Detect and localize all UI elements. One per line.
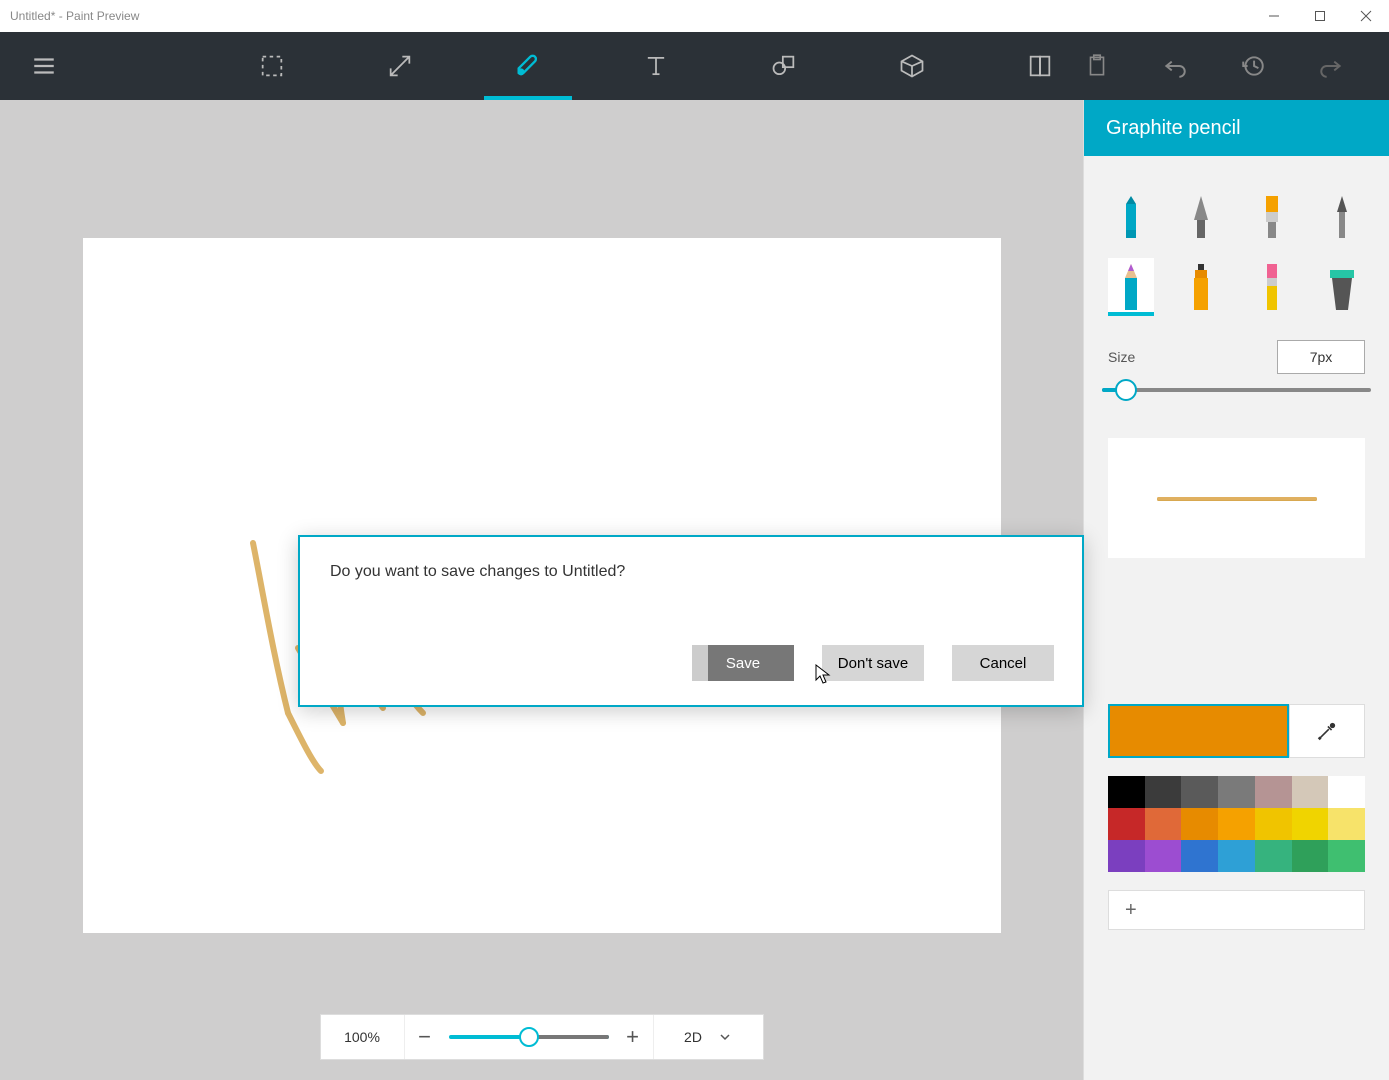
- panel-title: Graphite pencil: [1084, 100, 1389, 156]
- color-swatch[interactable]: [1218, 808, 1255, 840]
- menu-button[interactable]: [0, 32, 88, 100]
- window-title: Untitled* - Paint Preview: [10, 9, 1251, 23]
- brush-calligraphy[interactable]: [1178, 186, 1224, 240]
- brush-eraser[interactable]: [1249, 258, 1295, 312]
- color-swatch[interactable]: [1292, 808, 1329, 840]
- color-swatch[interactable]: [1255, 808, 1292, 840]
- eyedropper-button[interactable]: [1289, 704, 1365, 758]
- size-slider[interactable]: [1102, 388, 1371, 392]
- brush-spray[interactable]: [1178, 258, 1224, 312]
- main-toolbar: [0, 32, 1389, 100]
- zoom-in-button[interactable]: +: [613, 1015, 653, 1059]
- cancel-button[interactable]: Cancel: [952, 645, 1054, 681]
- save-changes-dialog: Do you want to save changes to Untitled?…: [298, 535, 1084, 707]
- size-input[interactable]: 7px: [1277, 340, 1365, 374]
- brush-grid: [1084, 156, 1389, 322]
- view-mode-label: 2D: [684, 1029, 702, 1045]
- brush-oil[interactable]: [1249, 186, 1295, 240]
- color-swatch[interactable]: [1145, 840, 1182, 872]
- shapes-tool[interactable]: [740, 32, 828, 100]
- color-swatch[interactable]: [1181, 808, 1218, 840]
- color-swatch[interactable]: [1181, 776, 1218, 808]
- close-button[interactable]: [1343, 0, 1389, 32]
- brush-tool[interactable]: [484, 32, 572, 100]
- preview-stroke: [1157, 497, 1317, 500]
- color-swatch[interactable]: [1292, 776, 1329, 808]
- size-label: Size: [1108, 349, 1135, 365]
- maximize-button[interactable]: [1297, 0, 1343, 32]
- color-swatch[interactable]: [1181, 840, 1218, 872]
- brush-graphite-pencil[interactable]: [1108, 258, 1154, 312]
- minimize-button[interactable]: [1251, 0, 1297, 32]
- save-button[interactable]: Save: [692, 645, 794, 681]
- add-color-button[interactable]: +: [1108, 890, 1365, 930]
- color-swatch[interactable]: [1218, 840, 1255, 872]
- history-button[interactable]: [1223, 32, 1283, 100]
- color-swatch[interactable]: [1255, 840, 1292, 872]
- chevron-down-icon: [718, 1030, 732, 1044]
- color-swatch[interactable]: [1108, 776, 1145, 808]
- select-tool[interactable]: [228, 32, 316, 100]
- color-swatch[interactable]: [1328, 776, 1365, 808]
- undo-button[interactable]: [1145, 32, 1205, 100]
- canvas-area: Do you want to save changes to Untitled?…: [0, 100, 1083, 1080]
- color-swatch[interactable]: [1145, 808, 1182, 840]
- brush-marker[interactable]: [1108, 186, 1154, 240]
- 3d-objects-tool[interactable]: [868, 32, 956, 100]
- paste-button[interactable]: [1067, 32, 1127, 100]
- stroke-preview: [1108, 438, 1365, 558]
- zoom-bar: 100% − + 2D: [320, 1014, 764, 1060]
- text-tool[interactable]: [612, 32, 700, 100]
- zoom-out-button[interactable]: −: [405, 1015, 445, 1059]
- color-swatch[interactable]: [1145, 776, 1182, 808]
- brush-fill[interactable]: [1319, 258, 1365, 312]
- titlebar: Untitled* - Paint Preview: [0, 0, 1389, 32]
- color-swatch[interactable]: [1328, 808, 1365, 840]
- color-swatch[interactable]: [1328, 840, 1365, 872]
- crop-tool[interactable]: [356, 32, 444, 100]
- dont-save-button[interactable]: Don't save: [822, 645, 924, 681]
- color-swatch[interactable]: [1292, 840, 1329, 872]
- color-palette: [1108, 776, 1365, 872]
- color-swatch[interactable]: [1108, 808, 1145, 840]
- zoom-value[interactable]: 100%: [321, 1015, 405, 1059]
- current-color-swatch[interactable]: [1108, 704, 1289, 758]
- view-mode-dropdown[interactable]: 2D: [653, 1015, 763, 1059]
- zoom-slider[interactable]: [449, 1035, 609, 1039]
- side-panel: Graphite pencil: [1083, 100, 1389, 1080]
- dialog-scrim: Do you want to save changes to Untitled?…: [0, 100, 1083, 1080]
- brush-pen[interactable]: [1319, 186, 1365, 240]
- color-swatch[interactable]: [1218, 776, 1255, 808]
- color-swatch[interactable]: [1255, 776, 1292, 808]
- redo-button[interactable]: [1301, 32, 1361, 100]
- dialog-message: Do you want to save changes to Untitled?: [300, 537, 1082, 581]
- color-swatch[interactable]: [1108, 840, 1145, 872]
